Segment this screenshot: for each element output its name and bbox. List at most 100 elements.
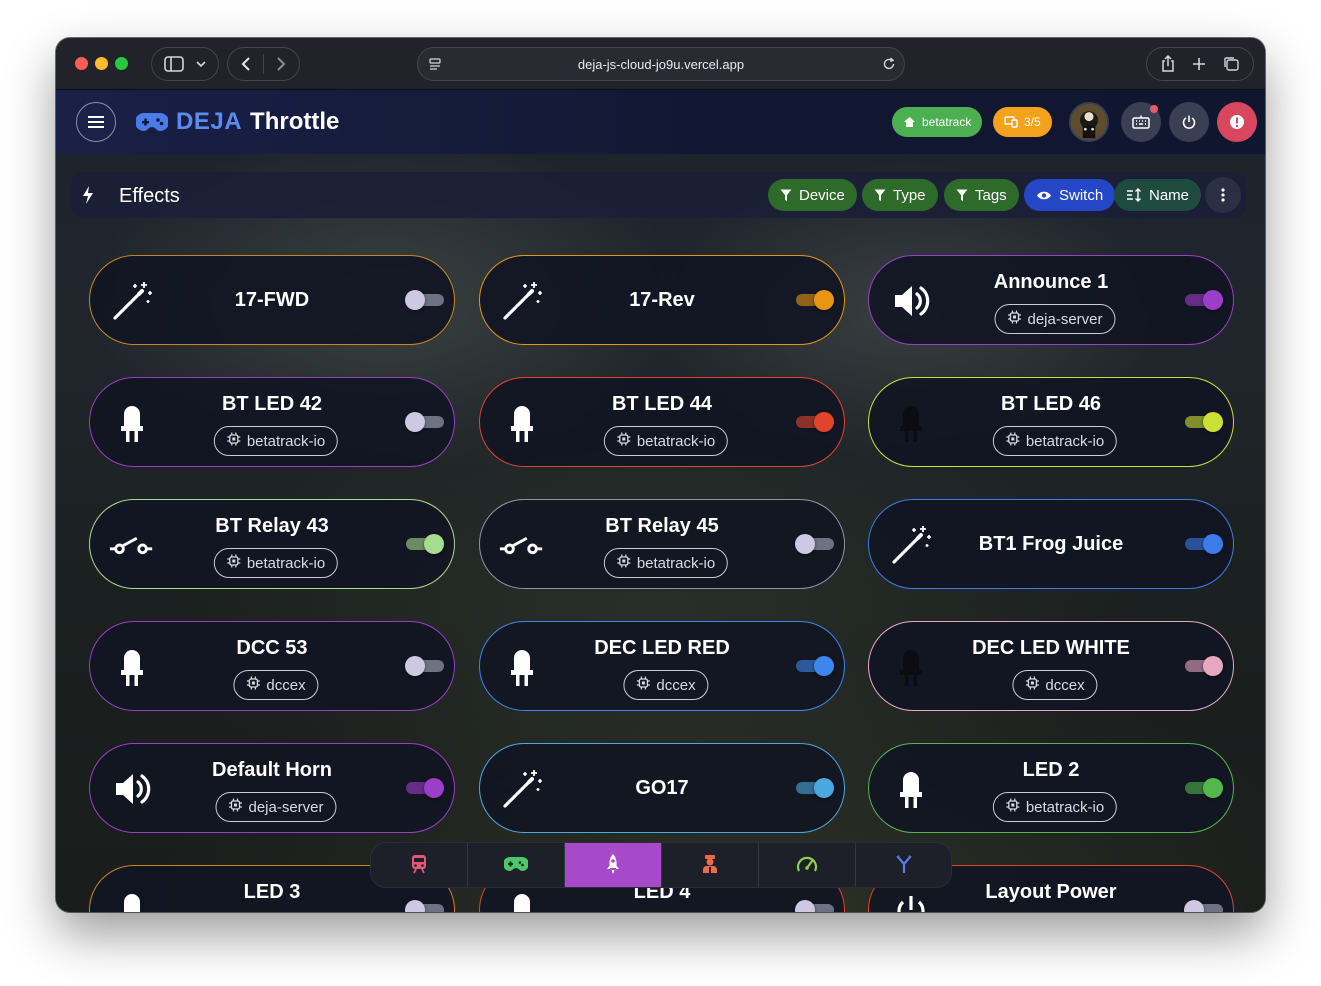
effect-card[interactable]: DEC LED RED dccex xyxy=(479,621,845,711)
effect-toggle[interactable] xyxy=(1185,290,1223,310)
effect-toggle[interactable] xyxy=(795,534,834,554)
filter-tags-button[interactable]: Tags xyxy=(944,179,1019,211)
effect-toggle[interactable] xyxy=(405,412,444,432)
menu-button[interactable] xyxy=(76,102,116,142)
effect-toggle[interactable] xyxy=(406,534,444,554)
effect-card[interactable]: BT Relay 43 betatrack-io xyxy=(89,499,455,589)
close-window-button[interactable] xyxy=(75,57,88,70)
effect-toggle[interactable] xyxy=(405,290,444,310)
chip-icon xyxy=(1006,798,1020,816)
effect-name: 17-FWD xyxy=(234,289,310,311)
maximize-window-button[interactable] xyxy=(115,57,128,70)
minimize-window-button[interactable] xyxy=(95,57,108,70)
sidebar-toggle-button[interactable] xyxy=(151,47,219,81)
nav-speed[interactable] xyxy=(759,843,856,887)
effect-toggle[interactable] xyxy=(405,900,444,912)
toggle-thumb xyxy=(1184,900,1204,912)
back-icon[interactable] xyxy=(240,56,252,72)
effect-toggle[interactable] xyxy=(796,656,834,676)
power-button[interactable] xyxy=(1169,102,1209,142)
device-chip[interactable]: deja-server xyxy=(215,792,337,822)
effect-toggle[interactable] xyxy=(1185,412,1223,432)
device-chip[interactable]: deja-server xyxy=(994,304,1116,334)
device-chip[interactable]: betatrack-io xyxy=(603,548,729,578)
effect-toggle[interactable] xyxy=(796,412,834,432)
filter-device-button[interactable]: Device xyxy=(768,179,857,211)
nav-effects[interactable] xyxy=(565,843,662,887)
filter-tags-label: Tags xyxy=(975,186,1007,204)
filter-icon xyxy=(874,189,886,201)
effect-card[interactable]: DEC LED WHITE dccex xyxy=(868,621,1234,711)
effect-card[interactable]: DCC 53 dccex xyxy=(89,621,455,711)
toggle-thumb xyxy=(1203,534,1223,554)
effect-card[interactable]: BT1 Frog Juice xyxy=(868,499,1234,589)
nav-throttle[interactable] xyxy=(468,843,565,887)
keyboard-button[interactable] xyxy=(1121,102,1161,142)
layout-chip[interactable]: betatrack xyxy=(892,107,983,137)
emergency-stop-button[interactable] xyxy=(1217,102,1257,142)
gamepad-icon xyxy=(136,113,168,131)
new-tab-icon[interactable] xyxy=(1191,56,1207,72)
relay-icon xyxy=(108,521,156,569)
site-settings-icon[interactable] xyxy=(428,57,442,71)
device-chip-label: betatrack-io xyxy=(246,554,326,572)
chip-icon xyxy=(1006,432,1020,450)
effect-card[interactable]: BT LED 42 betatrack-io xyxy=(89,377,455,467)
eye-icon xyxy=(1037,191,1051,199)
toggle-thumb xyxy=(405,290,425,310)
device-chip[interactable]: betatrack-io xyxy=(992,792,1118,822)
effect-card[interactable]: Announce 1 deja-server xyxy=(868,255,1234,345)
device-chip-label: betatrack-io xyxy=(636,432,716,450)
effect-card[interactable]: BT LED 46 betatrack-io xyxy=(868,377,1234,467)
effect-name: Announce 1 xyxy=(993,271,1109,293)
nav-conductor[interactable] xyxy=(662,843,759,887)
effect-toggle[interactable] xyxy=(796,778,834,798)
effect-card[interactable]: Default Horn deja-server xyxy=(89,743,455,833)
effect-name: Layout Power xyxy=(985,881,1117,903)
sort-name-button[interactable]: Name xyxy=(1114,179,1202,211)
effect-card[interactable]: LED 2 betatrack-io xyxy=(868,743,1234,833)
effect-toggle[interactable] xyxy=(795,900,834,912)
effect-toggle[interactable] xyxy=(1185,656,1223,676)
nav-trains[interactable] xyxy=(371,843,468,887)
effect-name: BT1 Frog Juice xyxy=(978,533,1124,555)
filter-type-button[interactable]: Type xyxy=(862,179,938,211)
browser-window: deja-js-cloud-jo9u.vercel.app DEJA Throt… xyxy=(56,38,1265,912)
effect-card[interactable]: BT Relay 45 betatrack-io xyxy=(479,499,845,589)
effect-toggle[interactable] xyxy=(1184,900,1223,912)
devices-chip[interactable]: 3/5 xyxy=(993,107,1052,137)
device-chip[interactable]: betatrack-io xyxy=(992,426,1118,456)
reload-icon[interactable] xyxy=(882,57,896,71)
device-chip[interactable]: betatrack-io xyxy=(213,426,339,456)
chip-icon xyxy=(246,676,260,694)
effect-toggle[interactable] xyxy=(1185,778,1223,798)
avatar[interactable] xyxy=(1069,102,1109,142)
effect-card[interactable]: BT LED 44 betatrack-io xyxy=(479,377,845,467)
nav-turnouts[interactable] xyxy=(856,843,951,887)
magic-wand-icon xyxy=(108,277,156,325)
forward-icon[interactable] xyxy=(275,56,287,72)
effect-toggle[interactable] xyxy=(1185,534,1223,554)
effect-card[interactable]: GO17 xyxy=(479,743,845,833)
app-brand: DEJA Throttle xyxy=(136,108,339,136)
tabs-overview-icon[interactable] xyxy=(1222,56,1240,72)
device-chip[interactable]: betatrack-io xyxy=(213,548,339,578)
device-chip[interactable]: dccex xyxy=(1012,670,1098,700)
effect-toggle[interactable] xyxy=(406,778,444,798)
toggle-thumb xyxy=(424,778,444,798)
chip-icon xyxy=(617,432,631,450)
device-chip[interactable]: dccex xyxy=(623,670,709,700)
effect-toggle[interactable] xyxy=(405,656,444,676)
device-chip[interactable]: dccex xyxy=(233,670,319,700)
led-icon xyxy=(108,643,156,691)
devices-chip-label: 3/5 xyxy=(1024,115,1041,129)
address-bar[interactable]: deja-js-cloud-jo9u.vercel.app xyxy=(417,47,905,81)
device-chip[interactable]: betatrack-io xyxy=(603,426,729,456)
share-icon[interactable] xyxy=(1160,55,1176,73)
effect-toggle[interactable] xyxy=(796,290,834,310)
effect-card[interactable]: 17-FWD xyxy=(89,255,455,345)
view-switch-button[interactable]: Switch xyxy=(1024,179,1116,211)
alert-icon xyxy=(1230,115,1244,129)
more-options-button[interactable] xyxy=(1205,177,1241,213)
effect-card[interactable]: 17-Rev xyxy=(479,255,845,345)
